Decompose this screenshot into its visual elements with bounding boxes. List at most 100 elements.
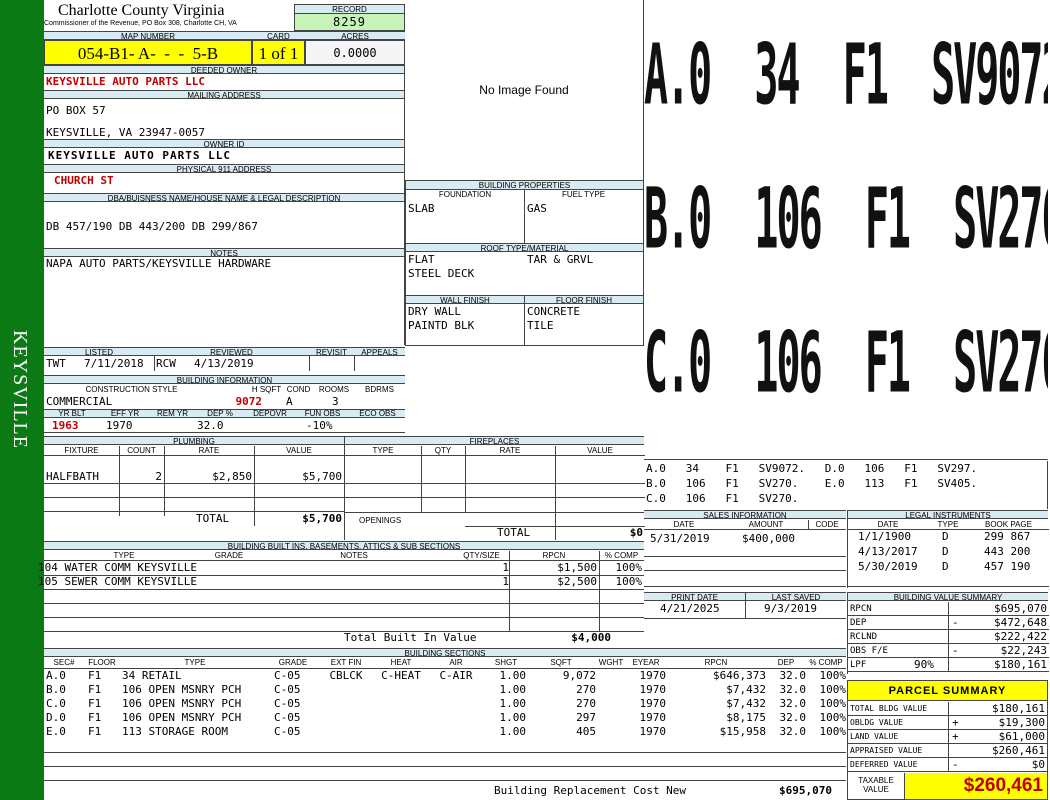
built-ins-table: BUILDING BUILT INS, BASEMENTS, ATTICS & … <box>38 541 644 647</box>
bvs-lpf-value: $180,161 <box>994 658 1047 671</box>
review-panel: LISTED REVIEWED REVISIT APPEALS TWT 7/11… <box>44 347 405 373</box>
record-box: RECORD 8259 <box>294 4 405 31</box>
construction-style-label: CONSTRUCTION STYLE <box>85 385 178 394</box>
fireplaces-total: $0 <box>629 526 643 539</box>
deeded-owner-label: DEEDED OWNER <box>44 65 404 74</box>
bvs-rclnd-label: RCLND <box>850 632 878 642</box>
dba-label: DBA/BUISNESS NAME/HOUSE NAME & LEGAL DES… <box>44 193 404 202</box>
sec-col-shgt: SHGT <box>494 658 518 667</box>
section-heat: C-HEAT <box>381 669 421 682</box>
plumbing-total-label: TOTAL <box>196 512 230 525</box>
section-sqft: 270 <box>576 697 596 710</box>
district-sidebar: KEYSVILLE <box>0 0 44 800</box>
no-image-text: No Image Found <box>479 83 569 97</box>
mailing-line-2: KEYSVILLE, VA 23947-0057 <box>46 126 205 139</box>
built-in-1-rpcn: $1,500 <box>557 561 597 574</box>
sales-col-date: DATE <box>673 520 695 529</box>
section-comp: 100% <box>819 669 847 682</box>
county-title: Charlotte County Virginia <box>58 2 225 19</box>
section-rpcn: $7,432 <box>726 697 766 710</box>
sketch-legend-1: A.0 34 F1 SV9072. D.0 106 F1 SV297. <box>646 462 978 475</box>
building-information: BUILDING INFORMATION CONSTRUCTION STYLE … <box>44 375 405 433</box>
section-grade: C-05 <box>274 683 301 696</box>
sec-col-sec: SEC# <box>53 658 75 667</box>
legal-2-date: 4/13/2017 <box>858 545 918 558</box>
sketch-label-2: B.0 106 F1 SV270. E.0 113 F1 SV405. <box>644 172 1048 269</box>
floor-finish-1: CONCRETE <box>527 305 580 318</box>
total-bldg-value: $180,161 <box>992 702 1045 715</box>
revisit-label: REVISIT <box>309 347 354 356</box>
sales-col-amount: AMOUNT <box>748 520 784 529</box>
card-label: CARD <box>252 31 305 40</box>
fuel-type-label: FUEL TYPE <box>561 190 606 199</box>
section-heat <box>376 725 426 739</box>
listed-date: 7/11/2018 <box>84 357 144 370</box>
section-row: A.0 F1 34 RETAIL C-05 CBLCK C-HEAT C-AIR 1.00 9,… <box>44 669 846 683</box>
sec-col-eyear: EYEAR <box>632 658 660 667</box>
fireplaces-col-rate: RATE <box>499 446 521 455</box>
floor-finish-label: FLOOR FINISH <box>524 295 643 304</box>
sketch-legend-2: B.0 106 F1 SV270. E.0 113 F1 SV405. <box>646 477 978 490</box>
section-eyear: 1970 <box>639 711 667 724</box>
section-comp: 100% <box>819 697 847 710</box>
bvs-lpf-label: LPF <box>850 660 867 670</box>
deferred-value: $0 <box>1031 758 1045 771</box>
bdrms-label: BDRMS <box>365 385 394 394</box>
mailing-line-1: PO BOX 57 <box>46 104 106 117</box>
depreciation: 32.0 <box>197 419 224 432</box>
section-row: B.0 F1 106 OPEN MSNRY PCH C-05 1.00 270 1970 $7… <box>44 683 846 697</box>
last-saved-label: LAST SAVED <box>745 592 846 601</box>
fireplaces-title: FIREPLACES <box>345 436 644 445</box>
legal-3-date: 5/30/2019 <box>858 560 918 573</box>
fireplaces-col-value: VALUE <box>587 446 613 455</box>
eco-obs-label: ECO OBS <box>359 409 396 418</box>
section-type: 106 OPEN MSNRY PCH <box>122 711 242 724</box>
print-info: PRINT DATE LAST SAVED 4/21/2025 9/3/2019 <box>644 592 846 622</box>
section-ext: CBLCK <box>329 669 363 682</box>
fireplaces-openings-label: OPENINGS <box>359 516 402 525</box>
built-ins-col-type: TYPE <box>113 551 135 560</box>
built-in-1-qty: 1 <box>502 561 509 574</box>
built-in-2-qty: 1 <box>502 575 509 588</box>
section-grade: C-05 <box>274 711 301 724</box>
sec-col-ext: EXT FIN <box>330 658 362 667</box>
plumbing-total: $5,700 <box>302 512 342 525</box>
district-label: KEYSVILLE <box>9 330 31 449</box>
legal-col-book: BOOK PAGE <box>985 520 1032 529</box>
sec-col-sqft: SQFT <box>550 658 572 667</box>
section-floor: F1 <box>88 669 102 682</box>
section-sqft: 9,072 <box>562 669 596 682</box>
fireplaces-col-type: TYPE <box>372 446 394 455</box>
section-eyear: 1970 <box>639 725 667 738</box>
roof-label: ROOF TYPE/MATERIAL <box>406 243 643 252</box>
section-row: E.0 F1 113 STORAGE ROOM C-05 1.00 405 1970 $15,… <box>44 725 846 739</box>
eff-yr-label: EFF YR <box>110 409 140 418</box>
appraised-value-label: APPRAISED VALUE <box>850 746 923 755</box>
sketch-label-3: C.0 106 F1 SV270. <box>644 316 1048 413</box>
section-floor: F1 <box>88 725 102 738</box>
section-shgt: 1.00 <box>499 711 527 724</box>
section-rows: A.0 F1 34 RETAIL C-05 CBLCK C-HEAT C-AIR 1.00 9,… <box>44 669 846 781</box>
physical-address: CHURCH ST <box>54 174 114 187</box>
building-info-title: BUILDING INFORMATION <box>44 375 405 384</box>
last-saved-date: 9/3/2019 <box>764 602 817 615</box>
bvs-title: BUILDING VALUE SUMMARY <box>848 592 1048 601</box>
wall-finish-1: DRY WALL <box>408 305 461 318</box>
fireplaces-total-label: TOTAL <box>497 526 531 539</box>
section-rpcn: $8,175 <box>726 711 766 724</box>
card-number: 1 of 1 <box>252 40 305 65</box>
plumbing-col-count: COUNT <box>127 446 156 455</box>
legal-3-type: D <box>942 560 949 573</box>
section-rpcn: $7,432 <box>726 683 766 696</box>
built-ins-col-grade: GRADE <box>214 551 244 560</box>
legal-col-date: DATE <box>877 520 899 529</box>
sale-date: 5/31/2019 <box>650 532 710 545</box>
fun-obs-label: FUN OBS <box>304 409 341 418</box>
wall-finish-label: WALL FINISH <box>406 295 524 304</box>
section-shgt: 1.00 <box>499 669 527 682</box>
legal-1-date: 1/1/1900 <box>858 530 911 543</box>
building-value-summary: BUILDING VALUE SUMMARY RPCN $695,070 DEP… <box>847 592 1049 674</box>
record-number: 8259 <box>295 14 404 30</box>
yr-blt-label: YR BLT <box>58 409 86 418</box>
wall-finish-2: PAINTD BLK <box>408 319 475 332</box>
